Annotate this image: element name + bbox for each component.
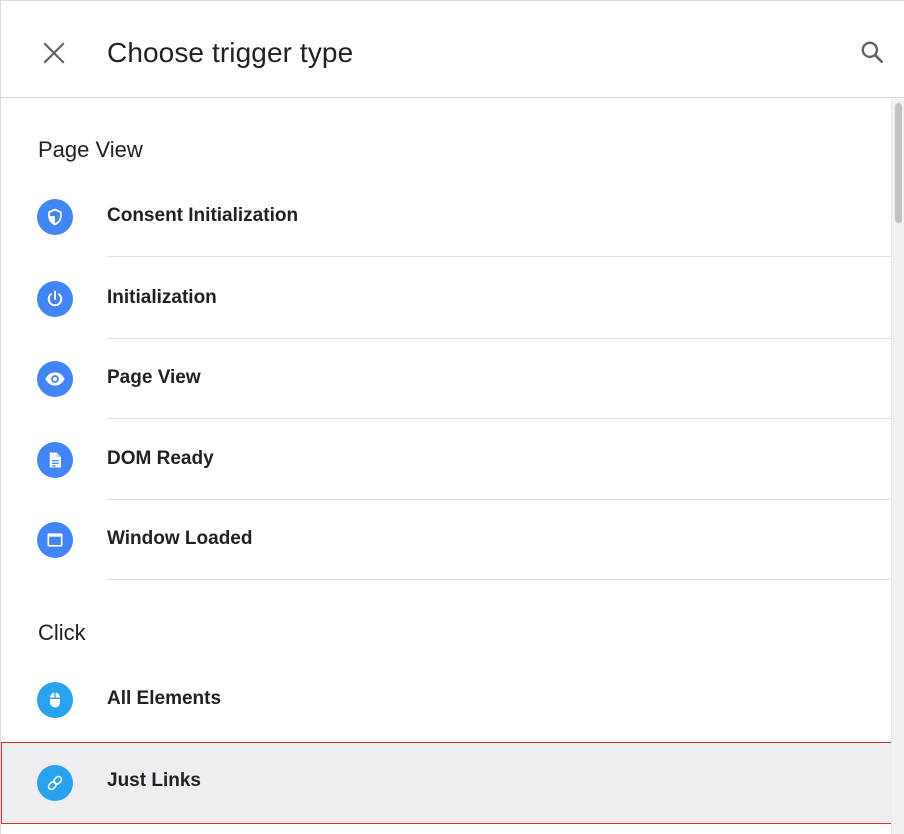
section-title-click: Click: [38, 620, 86, 645]
trigger-item-label: Page View: [107, 367, 201, 388]
search-icon: [861, 41, 884, 64]
trigger-item-page-view[interactable]: Page View: [1, 339, 891, 419]
trigger-type-panel: Choose trigger type Page View Consent In…: [0, 0, 904, 834]
trigger-item-consent-initialization[interactable]: Consent Initialization: [1, 177, 891, 257]
trigger-item-label: DOM Ready: [107, 448, 214, 469]
scrollbar-thumb[interactable]: [895, 103, 902, 223]
trigger-item-all-elements[interactable]: All Elements: [1, 660, 891, 740]
divider: [107, 256, 891, 257]
trigger-item-window-loaded[interactable]: Window Loaded: [1, 500, 891, 580]
scrollbar[interactable]: [891, 99, 904, 834]
power-icon: [37, 281, 73, 317]
divider: [107, 418, 891, 419]
trigger-item-just-links[interactable]: Just Links: [1, 742, 891, 824]
link-icon: [37, 765, 73, 801]
search-button[interactable]: [849, 29, 895, 75]
panel-header: Choose trigger type: [1, 1, 904, 98]
list-continuation: [1, 824, 891, 834]
document-icon: [37, 442, 73, 478]
page-title: Choose trigger type: [107, 37, 354, 68]
eye-icon: [37, 361, 73, 397]
trigger-item-label: Just Links: [107, 770, 201, 791]
trigger-item-dom-ready[interactable]: DOM Ready: [1, 420, 891, 500]
trigger-item-initialization[interactable]: Initialization: [1, 259, 891, 339]
section-title-page-view: Page View: [38, 137, 143, 162]
window-icon: [37, 522, 73, 558]
trigger-list: Page View Consent Initialization Initial…: [1, 99, 891, 834]
trigger-item-label: Consent Initialization: [107, 205, 299, 226]
close-button[interactable]: [31, 30, 77, 76]
trigger-item-label: Initialization: [107, 287, 217, 308]
trigger-item-label: All Elements: [107, 688, 222, 709]
close-icon: [43, 42, 65, 64]
mouse-icon: [37, 682, 73, 718]
divider: [107, 579, 891, 580]
shield-icon: [37, 199, 73, 235]
trigger-item-label: Window Loaded: [107, 528, 253, 549]
